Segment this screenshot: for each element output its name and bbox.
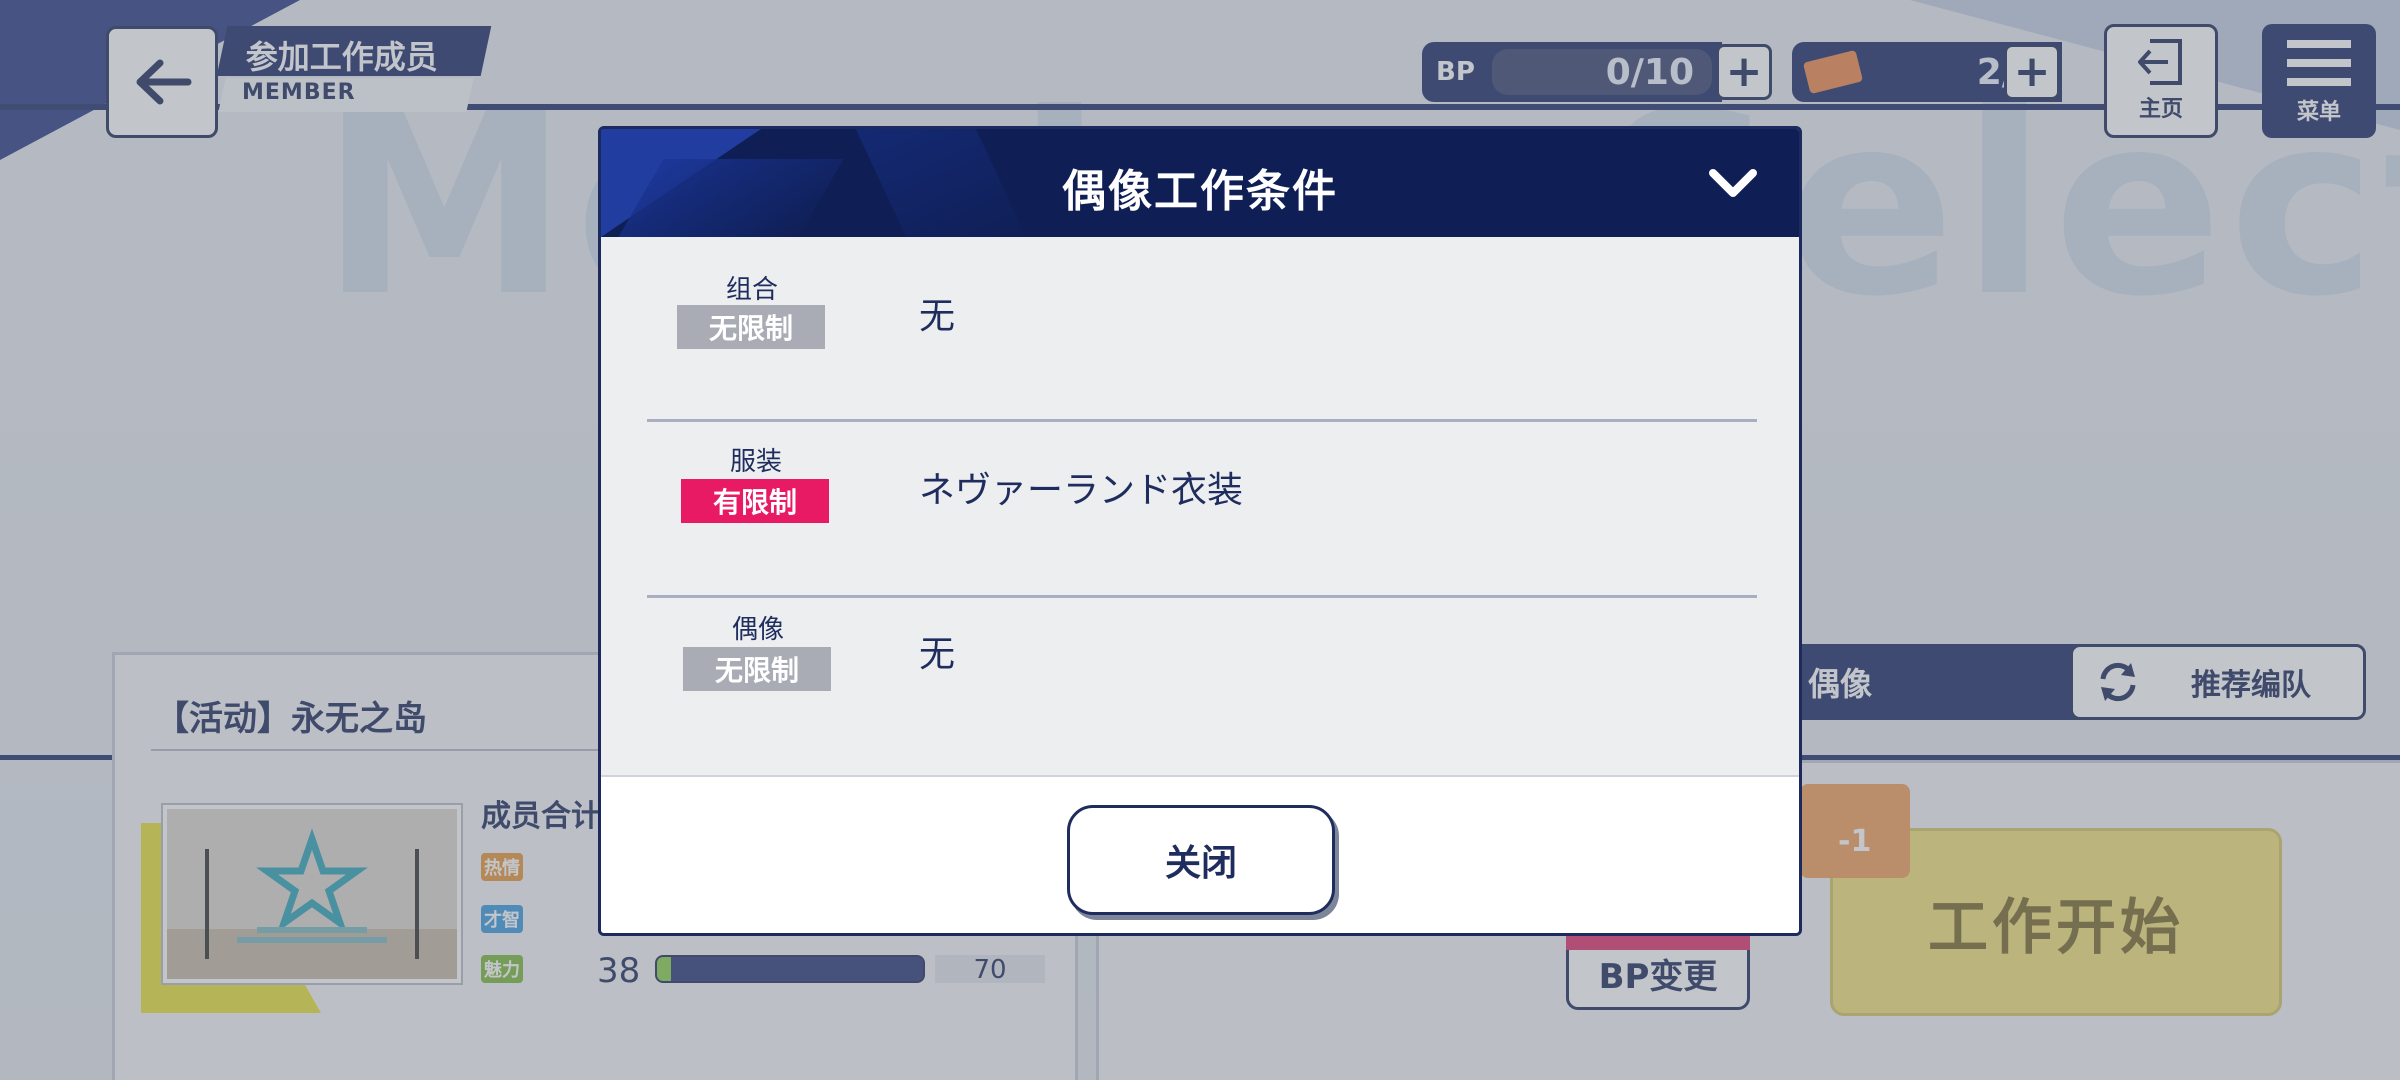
condition-value: 无 bbox=[919, 634, 956, 675]
condition-category: 服装 bbox=[729, 447, 782, 477]
work-conditions-modal: 偶像工作条件 组合 无限制 无 服装 有限制 ネヴァーランド衣装 偶像 无限制 … bbox=[598, 126, 1802, 936]
condition-status-badge: 有限制 bbox=[681, 479, 829, 523]
modal-footer: 关闭 bbox=[601, 775, 1799, 933]
condition-value: ネヴァーランド衣装 bbox=[919, 470, 1244, 511]
condition-value: 无 bbox=[919, 296, 956, 337]
condition-row-costume: 服装 有限制 ネヴァーランド衣装 bbox=[601, 419, 1799, 595]
close-button[interactable]: 关闭 bbox=[1067, 805, 1335, 915]
condition-row-idol: 偶像 无限制 无 bbox=[601, 595, 1799, 771]
condition-row-unit: 组合 无限制 无 bbox=[601, 237, 1799, 413]
condition-status-badge: 无限制 bbox=[677, 305, 825, 349]
modal-header: 偶像工作条件 bbox=[601, 129, 1799, 237]
condition-category: 组合 bbox=[725, 275, 778, 305]
chevron-down-icon[interactable] bbox=[1707, 165, 1759, 201]
condition-category: 偶像 bbox=[731, 615, 784, 645]
modal-title: 偶像工作条件 bbox=[1062, 166, 1338, 217]
condition-status-badge: 无限制 bbox=[683, 647, 831, 691]
